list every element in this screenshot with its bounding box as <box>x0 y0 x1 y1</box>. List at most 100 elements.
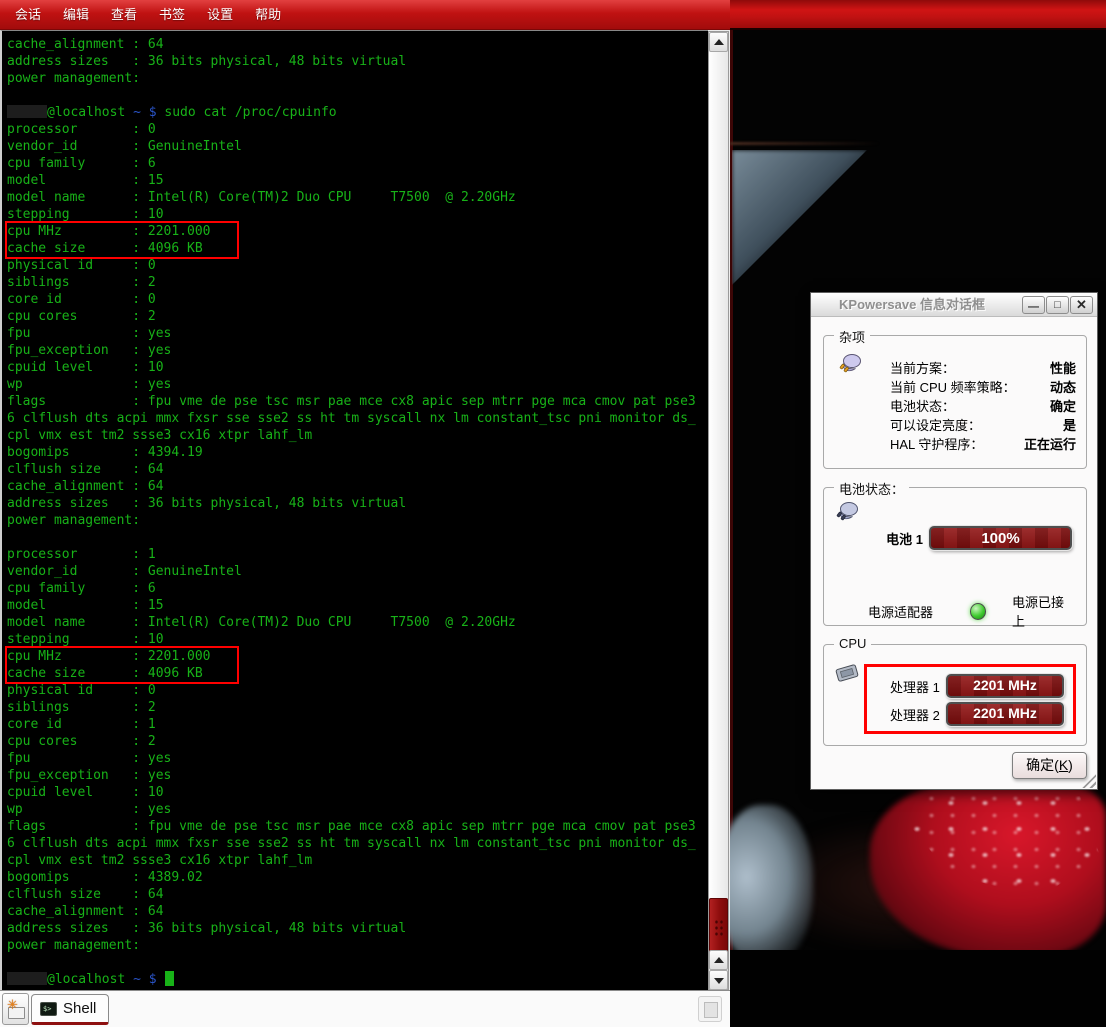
konsole-window: 会话编辑查看书签设置帮助 cache_alignment : 64address… <box>0 0 730 1027</box>
terminal-scrollbar[interactable] <box>708 31 729 990</box>
scroll-up-button-bottom[interactable] <box>709 950 728 970</box>
terminal-line: core id : 0 <box>7 291 708 308</box>
cpu-frequency-bar: 2201 MHz <box>946 674 1064 698</box>
konsole-menubar: 会话编辑查看书签设置帮助 <box>0 0 730 30</box>
battery-row: 电池 1 100% <box>868 526 1072 550</box>
terminal-line: fpu : yes <box>7 325 708 342</box>
terminal-line: model : 15 <box>7 172 708 189</box>
misc-row: HAL 守护程序： 正在运行 <box>890 434 1076 453</box>
misc-row-label: 电池状态： <box>890 396 955 415</box>
terminal-line: clflush size : 64 <box>7 886 708 903</box>
session-list-button[interactable] <box>698 996 722 1022</box>
terminal-line: model name : Intel(R) Core(TM)2 Duo CPU … <box>7 614 708 631</box>
terminal-line: power management: <box>7 937 708 954</box>
terminal-line <box>7 529 708 546</box>
misc-row-label: 当前方案： <box>890 358 955 377</box>
misc-group-title: 杂项 <box>834 327 870 346</box>
misc-row-value: 动态 <box>1050 377 1076 396</box>
terminal-line: cpuid level : 10 <box>7 359 708 376</box>
terminal-line: cpu cores : 2 <box>7 733 708 750</box>
terminal-line: address sizes : 36 bits physical, 48 bit… <box>7 920 708 937</box>
minimize-button[interactable]: — <box>1022 296 1045 314</box>
terminal-line: cpl vmx est tm2 ssse3 cx16 xtpr lahf_lm <box>7 852 708 869</box>
terminal-line: clflush size : 64 <box>7 461 708 478</box>
terminal-line: model : 15 <box>7 597 708 614</box>
terminal-line: physical id : 0 <box>7 682 708 699</box>
terminal-line: cache size : 4096 KB <box>7 665 237 682</box>
terminal-cursor <box>165 971 174 986</box>
terminal-line: cache_alignment : 64 <box>7 36 708 53</box>
photo-detail <box>730 142 880 145</box>
menu-item[interactable]: 查看 <box>100 0 148 30</box>
up-arrow-icon <box>714 39 724 45</box>
terminal-line: bogomips : 4389.02 <box>7 869 708 886</box>
power-plug-icon <box>834 500 860 529</box>
cpu-chip-icon <box>833 661 861 690</box>
terminal-line: 6 clflush dts acpi mmx fxsr sse sse2 ss … <box>7 410 708 427</box>
terminal-line: flags : fpu vme de pse tsc msr pae mce c… <box>7 393 708 410</box>
dialog-title: KPowersave 信息对话框 <box>811 293 1013 317</box>
scroll-down-button[interactable] <box>709 970 728 990</box>
misc-row-value: 正在运行 <box>1024 434 1076 453</box>
terminal-line <box>7 954 708 971</box>
redacted-username <box>7 972 47 985</box>
misc-row: 可以设定亮度：是 <box>890 415 1076 434</box>
photo-bottom-band <box>730 950 1106 1027</box>
power-led-icon <box>970 603 986 620</box>
minimize-icon: — <box>1028 301 1039 313</box>
kpowersave-dialog: KPowersave 信息对话框 — □ ✕ 杂项 当前方案：性能当前 CPU … <box>810 292 1098 790</box>
terminal-line: cache_alignment : 64 <box>7 478 708 495</box>
menu-item[interactable]: 设置 <box>196 0 244 30</box>
terminal-line: cpu family : 6 <box>7 580 708 597</box>
terminal-line: bogomips : 4394.19 <box>7 444 708 461</box>
terminal-icon: $> <box>40 1002 57 1016</box>
battery-group-title: 电池状态： <box>834 479 909 498</box>
ok-label-end: ) <box>1068 757 1073 773</box>
terminal-line: 6 clflush dts acpi mmx fxsr sse sse2 ss … <box>7 835 708 852</box>
power-plug-icon <box>837 352 863 381</box>
adapter-label: 电源适配器 <box>868 602 956 621</box>
terminal-line: fpu_exception : yes <box>7 767 708 784</box>
terminal-line: physical id : 0 <box>7 257 708 274</box>
terminal-highlight-box: cpu MHz : 2201.000cache size : 4096 KB <box>7 648 237 682</box>
misc-row-value: 性能 <box>1050 358 1076 377</box>
terminal-prompt-line: @localhost ~ $ <box>7 971 708 988</box>
misc-row: 当前方案： 性能 <box>890 358 1076 377</box>
tab-shell[interactable]: $> Shell <box>31 994 109 1025</box>
desktop-top-red-bar <box>730 0 1106 30</box>
terminal-line: cpu MHz : 2201.000 <box>7 648 237 665</box>
misc-group: 杂项 当前方案：性能当前 CPU 频率策略：动态电池状态：确定可以设定亮度：是H… <box>823 335 1087 469</box>
close-button[interactable]: ✕ <box>1070 296 1093 314</box>
terminal-line: processor : 1 <box>7 546 708 563</box>
new-session-button[interactable]: ✳ <box>2 993 29 1025</box>
terminal-line: cache size : 4096 KB <box>7 240 237 257</box>
terminal-line <box>7 87 708 104</box>
terminal-line: flags : fpu vme de pse tsc msr pae mce c… <box>7 818 708 835</box>
terminal-line: cache_alignment : 64 <box>7 903 708 920</box>
misc-row: 电池状态：确定 <box>890 396 1076 415</box>
maximize-button[interactable]: □ <box>1046 296 1069 314</box>
dialog-titlebar[interactable]: KPowersave 信息对话框 — □ ✕ <box>811 293 1097 317</box>
terminal-line: stepping : 10 <box>7 631 708 648</box>
menu-item[interactable]: 书签 <box>148 0 196 30</box>
terminal-line: model name : Intel(R) Core(TM)2 Duo CPU … <box>7 189 708 206</box>
ok-button[interactable]: 确定(K) <box>1012 752 1087 779</box>
scroll-up-button[interactable] <box>709 32 728 52</box>
terminal-line: siblings : 2 <box>7 699 708 716</box>
terminal-line: cpl vmx est tm2 ssse3 cx16 xtpr lahf_lm <box>7 427 708 444</box>
terminal-line: cpu family : 6 <box>7 155 708 172</box>
terminal-line: cpu cores : 2 <box>7 308 708 325</box>
terminal-line: wp : yes <box>7 376 708 393</box>
menu-item[interactable]: 帮助 <box>244 0 292 30</box>
maximize-icon: □ <box>1054 299 1061 311</box>
terminal-output[interactable]: cache_alignment : 64address sizes : 36 b… <box>0 30 708 990</box>
terminal-line: vendor_id : GenuineIntel <box>7 563 708 580</box>
terminal-line: core id : 1 <box>7 716 708 733</box>
terminal-line: address sizes : 36 bits physical, 48 bit… <box>7 53 708 70</box>
menu-item[interactable]: 会话 <box>4 0 52 30</box>
menu-item[interactable]: 编辑 <box>52 0 100 30</box>
misc-row-label: HAL 守护程序： <box>890 434 983 453</box>
misc-row-label: 可以设定亮度： <box>890 415 981 434</box>
ok-accelerator: K <box>1059 757 1068 773</box>
scrollbar-thumb[interactable] <box>709 898 728 956</box>
